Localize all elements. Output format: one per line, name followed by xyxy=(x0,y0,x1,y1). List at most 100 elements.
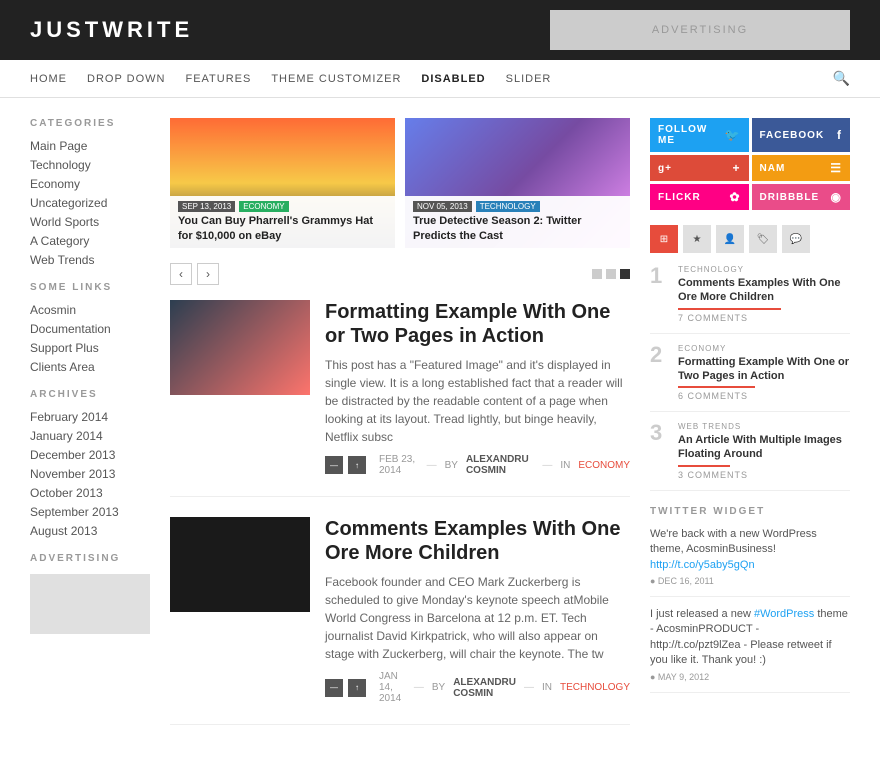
archive-sep2013[interactable]: September 2013 xyxy=(30,505,150,519)
tweet-2-date: ● MAY 9, 2012 xyxy=(650,672,850,682)
widget-filter-tag[interactable]: 🏷 xyxy=(749,225,777,253)
sidebar-item-acategory[interactable]: A Category xyxy=(30,234,150,248)
slider-prev[interactable]: ‹ xyxy=(170,263,192,285)
slide-1-meta-row: SEP 13, 2013 ECONOMY xyxy=(178,201,387,212)
widget-filter-grid[interactable]: ⊞ xyxy=(650,225,678,253)
article-1-actions: — ↑ xyxy=(325,456,366,474)
social-rss[interactable]: NAM ☰ xyxy=(752,155,851,181)
slide-1-category: ECONOMY xyxy=(239,201,288,212)
article-2-bookmark[interactable]: — xyxy=(325,679,343,697)
article-1-thumb[interactable] xyxy=(170,300,310,395)
sidebar-item-economy[interactable]: Economy xyxy=(30,177,150,191)
article-2-actions: — ↑ xyxy=(325,679,366,697)
left-ad-banner xyxy=(30,574,150,634)
article-2-body: Comments Examples With One Ore More Chil… xyxy=(325,517,630,704)
social-twitter[interactable]: FOLLOW ME 🐦 xyxy=(650,118,749,152)
article-1-category[interactable]: ECONOMY xyxy=(578,460,630,471)
archive-feb2014[interactable]: February 2014 xyxy=(30,410,150,424)
popular-body-2: ECONOMY Formatting Example With One or T… xyxy=(678,344,850,402)
nav-customizer[interactable]: THEME CUSTOMIZER xyxy=(271,63,401,95)
archive-dec2013[interactable]: December 2013 xyxy=(30,448,150,462)
search-icon[interactable]: 🔍 xyxy=(833,70,850,87)
slider-dot-3[interactable] xyxy=(620,269,630,279)
slide-2-meta-row: NOV 05, 2013 TECHNOLOGY xyxy=(413,201,622,212)
tweet-1-link[interactable]: http://t.co/y5aby5gQn xyxy=(650,559,755,571)
article-1-author[interactable]: ALEXANDRU COSMIN xyxy=(466,454,534,476)
article-2-in: IN xyxy=(542,682,552,693)
social-dribbble-label: DRIBBBLE xyxy=(760,192,820,203)
article-1-meta: — ↑ FEB 23, 2014 — BY ALEXANDRU COSMIN —… xyxy=(325,454,630,476)
nav-disabled[interactable]: DISABLED xyxy=(421,63,485,95)
slider-dot-1[interactable] xyxy=(592,269,602,279)
social-flickr[interactable]: FLICKR ✿ xyxy=(650,184,749,210)
article-1-bookmark[interactable]: — xyxy=(325,456,343,474)
content-area: CATEGORIES Main Page Technology Economy … xyxy=(0,98,880,765)
featured-slider: SEP 13, 2013 ECONOMY You Can Buy Pharrel… xyxy=(170,118,630,248)
nav-home[interactable]: HOME xyxy=(30,63,67,95)
article-2-title[interactable]: Comments Examples With One Ore More Chil… xyxy=(325,517,630,565)
popular-num-3: 3 xyxy=(650,422,670,480)
sidebar-link-supportplus[interactable]: Support Plus xyxy=(30,341,150,355)
popular-cat-1: TECHNOLOGY xyxy=(678,265,850,274)
archive-nov2013[interactable]: November 2013 xyxy=(30,467,150,481)
slide-1-meta: SEP 13, 2013 ECONOMY You Can Buy Pharrel… xyxy=(170,196,395,248)
sidebar-link-documentation[interactable]: Documentation xyxy=(30,322,150,336)
article-2-meta: — ↑ JAN 14, 2014 — BY ALEXANDRU COSMIN —… xyxy=(325,671,630,704)
popular-body-1: TECHNOLOGY Comments Examples With One Or… xyxy=(678,265,850,323)
article-2-thumb[interactable] xyxy=(170,517,310,612)
tweet-2-wp-link[interactable]: #WordPress xyxy=(754,608,814,620)
article-1-body: Formatting Example With One or Two Pages… xyxy=(325,300,630,476)
social-facebook-label: FACEBOOK xyxy=(760,130,825,141)
popular-bar-1 xyxy=(678,308,781,310)
sidebar-right: FOLLOW ME 🐦 FACEBOOK f g+ + NAM ☰ FLICKR xyxy=(650,118,850,745)
article-2-category[interactable]: TECHNOLOGY xyxy=(560,682,630,693)
article-2-by: BY xyxy=(432,682,445,693)
social-google-label: g+ xyxy=(658,163,672,174)
popular-title-3[interactable]: An Article With Multiple Images Floating… xyxy=(678,433,850,462)
facebook-icon: f xyxy=(837,128,842,142)
archive-oct2013[interactable]: October 2013 xyxy=(30,486,150,500)
article-2: Comments Examples With One Ore More Chil… xyxy=(170,517,630,725)
archive-jan2014[interactable]: January 2014 xyxy=(30,429,150,443)
article-1-title[interactable]: Formatting Example With One or Two Pages… xyxy=(325,300,630,348)
social-buttons: FOLLOW ME 🐦 FACEBOOK f g+ + NAM ☰ FLICKR xyxy=(650,118,850,210)
social-google[interactable]: g+ + xyxy=(650,155,749,181)
slider-dot-2[interactable] xyxy=(606,269,616,279)
article-1-share[interactable]: ↑ xyxy=(348,456,366,474)
slide-1[interactable]: SEP 13, 2013 ECONOMY You Can Buy Pharrel… xyxy=(170,118,395,248)
social-dribbble[interactable]: DRIBBBLE ◉ xyxy=(752,184,851,210)
social-flickr-label: FLICKR xyxy=(658,192,701,203)
archive-aug2013[interactable]: August 2013 xyxy=(30,524,150,538)
flickr-icon: ✿ xyxy=(729,190,740,204)
nav-dropdown[interactable]: DROP DOWN xyxy=(87,63,165,95)
article-2-excerpt: Facebook founder and CEO Mark Zuckerberg… xyxy=(325,573,630,663)
popular-title-1[interactable]: Comments Examples With One Ore More Chil… xyxy=(678,276,850,305)
widget-filter-star[interactable]: ★ xyxy=(683,225,711,253)
popular-title-2[interactable]: Formatting Example With One or Two Pages… xyxy=(678,355,850,384)
popular-bar-2 xyxy=(678,386,755,388)
sidebar-link-acosmin[interactable]: Acosmin xyxy=(30,303,150,317)
nav-features[interactable]: FEATURES xyxy=(185,63,251,95)
archives-heading: ARCHIVES xyxy=(30,389,150,400)
sidebar-item-webtrends[interactable]: Web Trends xyxy=(30,253,150,267)
article-2-share[interactable]: ↑ xyxy=(348,679,366,697)
article-2-author[interactable]: ALEXANDRU COSMIN xyxy=(453,677,516,699)
slider-controls: ‹ › xyxy=(170,263,630,285)
tweet-1: We're back with a new WordPress theme, A… xyxy=(650,527,850,597)
slider-next[interactable]: › xyxy=(197,263,219,285)
nav-slider[interactable]: SLIDER xyxy=(506,63,552,95)
article-1-excerpt: This post has a "Featured Image" and it'… xyxy=(325,356,630,446)
popular-item-1: 1 TECHNOLOGY Comments Examples With One … xyxy=(650,265,850,334)
sidebar-item-mainpage[interactable]: Main Page xyxy=(30,139,150,153)
sidebar-item-worldsports[interactable]: World Sports xyxy=(30,215,150,229)
widget-filter-person[interactable]: 👤 xyxy=(716,225,744,253)
widget-filter-chat[interactable]: 💬 xyxy=(782,225,810,253)
popular-num-2: 2 xyxy=(650,344,670,402)
slide-2[interactable]: NOV 05, 2013 TECHNOLOGY True Detective S… xyxy=(405,118,630,248)
sidebar-link-clientsarea[interactable]: Clients Area xyxy=(30,360,150,374)
sidebar-item-uncategorized[interactable]: Uncategorized xyxy=(30,196,150,210)
social-rss-label: NAM xyxy=(760,163,786,174)
sidebar-item-technology[interactable]: Technology xyxy=(30,158,150,172)
site-title: JUSTWRITE xyxy=(30,17,550,43)
social-facebook[interactable]: FACEBOOK f xyxy=(752,118,851,152)
